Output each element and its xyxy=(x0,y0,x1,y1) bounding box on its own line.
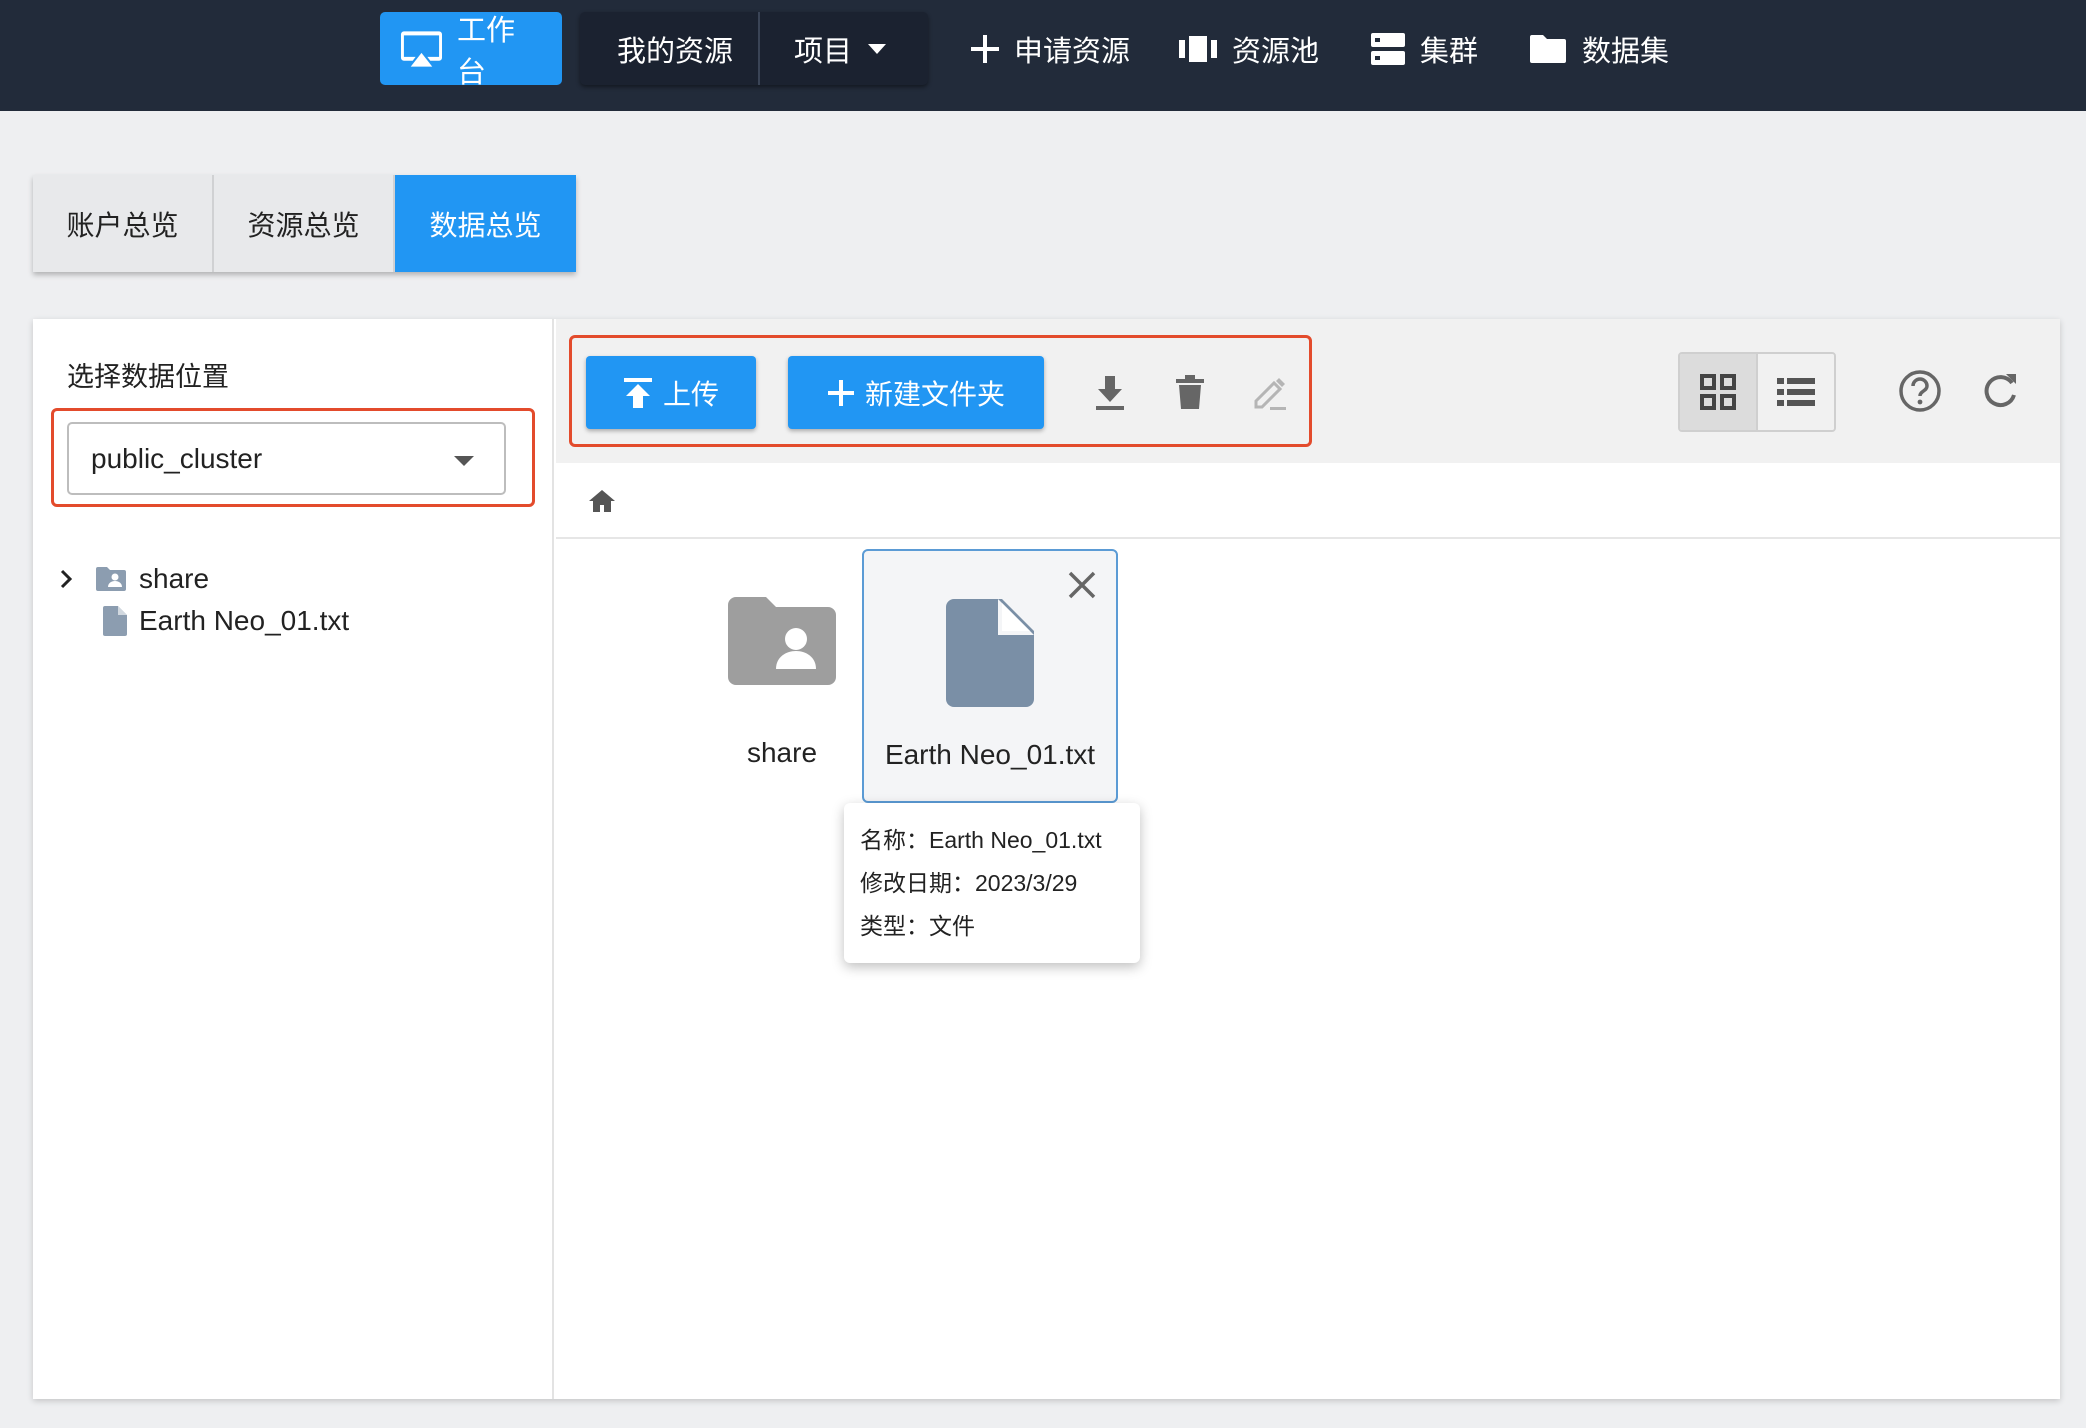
location-select[interactable]: public_cluster xyxy=(67,422,506,495)
server-icon xyxy=(1371,32,1405,65)
tree-item-share[interactable]: share xyxy=(55,563,209,595)
file-grid-item-selected[interactable]: Earth Neo_01.txt xyxy=(862,549,1118,803)
view-mode-toggle xyxy=(1678,352,1836,432)
breadcrumb xyxy=(556,463,2060,539)
tab-resource-overview[interactable]: 资源总览 xyxy=(214,175,395,272)
sidebar-title: 选择数据位置 xyxy=(67,362,229,392)
shared-folder-icon xyxy=(96,567,126,591)
nav-my-resources[interactable]: 我的资源 xyxy=(590,12,760,85)
location-select-value: public_cluster xyxy=(91,442,263,474)
nav-dataset-label: 数据集 xyxy=(1582,35,1670,68)
monitor-icon xyxy=(400,30,443,67)
file-grid-item-label: Earth Neo_01.txt xyxy=(884,739,1096,770)
grid-view-button[interactable] xyxy=(1680,354,1758,430)
folder-icon xyxy=(1530,34,1566,63)
file-browser: 上传 新建文件夹 share Earth Neo_01.txt 名称：Earth… xyxy=(556,319,2060,1399)
trash-icon xyxy=(1176,375,1204,409)
nav-project-label: 项目 xyxy=(794,35,853,68)
shared-folder-icon xyxy=(728,597,836,685)
new-folder-button-label: 新建文件夹 xyxy=(864,378,1005,410)
tab-account-overview[interactable]: 账户总览 xyxy=(33,175,214,272)
caret-down-icon xyxy=(454,456,474,466)
nav-divider xyxy=(758,12,760,85)
edit-icon xyxy=(1254,378,1286,410)
nav-dataset[interactable]: 数据集 xyxy=(1508,12,1689,85)
upload-button[interactable]: 上传 xyxy=(586,356,756,429)
tooltip-type: 类型：文件 xyxy=(860,913,975,939)
help-icon xyxy=(1899,370,1941,412)
list-view-button[interactable] xyxy=(1758,354,1834,430)
download-icon xyxy=(1096,376,1124,410)
home-icon[interactable] xyxy=(588,489,616,513)
nav-workbench[interactable]: 工作台 xyxy=(380,12,562,89)
chevron-right-icon[interactable] xyxy=(55,568,77,590)
refresh-button[interactable] xyxy=(1976,367,2024,415)
tree-item-label: share xyxy=(139,563,210,594)
tooltip-modified-date: 修改日期：2023/3/29 xyxy=(860,870,1078,896)
nav-workbench-label: 工作台 xyxy=(456,14,515,89)
nav-apply-resource[interactable]: 申请资源 xyxy=(950,12,1150,85)
overview-tabs: 账户总览 资源总览 数据总览 xyxy=(33,175,576,272)
upload-icon xyxy=(623,377,652,408)
file-icon xyxy=(103,606,127,636)
nav-project-dropdown[interactable]: 项目 xyxy=(774,12,924,85)
caret-down-icon xyxy=(868,43,887,54)
top-navigation-bar: 工作台 我的资源 项目 申请资源 资源池 集群 数据集 xyxy=(0,0,2086,111)
delete-button[interactable] xyxy=(1166,369,1214,417)
file-toolbar: 上传 新建文件夹 xyxy=(556,319,2060,463)
close-icon[interactable] xyxy=(1068,571,1096,599)
refresh-icon xyxy=(1984,374,2016,408)
download-button[interactable] xyxy=(1086,369,1134,417)
tree-item-file[interactable]: Earth Neo_01.txt xyxy=(103,605,349,637)
upload-button-label: 上传 xyxy=(662,378,719,410)
nav-cluster[interactable]: 集群 xyxy=(1350,12,1498,85)
tooltip-name: 名称：Earth Neo_01.txt xyxy=(860,827,1102,853)
grid-view-icon xyxy=(1700,374,1736,410)
new-folder-button[interactable]: 新建文件夹 xyxy=(788,356,1044,429)
file-icon xyxy=(946,599,1034,707)
location-sidebar: 选择数据位置 public_cluster share Earth Neo_01… xyxy=(33,319,554,1399)
tab-data-overview[interactable]: 数据总览 xyxy=(395,175,576,272)
data-overview-panel: 选择数据位置 public_cluster share Earth Neo_01… xyxy=(33,319,2060,1399)
plus-icon xyxy=(827,379,854,406)
file-info-tooltip: 名称：Earth Neo_01.txt 修改日期：2023/3/29 类型：文件 xyxy=(844,803,1140,963)
resource-pool-icon xyxy=(1179,35,1217,62)
nav-apply-resource-label: 申请资源 xyxy=(1014,35,1131,68)
nav-my-resources-label: 我的资源 xyxy=(616,35,733,68)
nav-cluster-label: 集群 xyxy=(1420,35,1479,68)
help-button[interactable] xyxy=(1896,367,1944,415)
plus-icon xyxy=(971,34,999,63)
list-view-icon xyxy=(1777,378,1815,406)
tree-item-label: Earth Neo_01.txt xyxy=(139,605,350,636)
nav-resource-pool[interactable]: 资源池 xyxy=(1158,12,1339,85)
rename-button[interactable] xyxy=(1246,369,1294,417)
nav-resource-pool-label: 资源池 xyxy=(1232,35,1320,68)
